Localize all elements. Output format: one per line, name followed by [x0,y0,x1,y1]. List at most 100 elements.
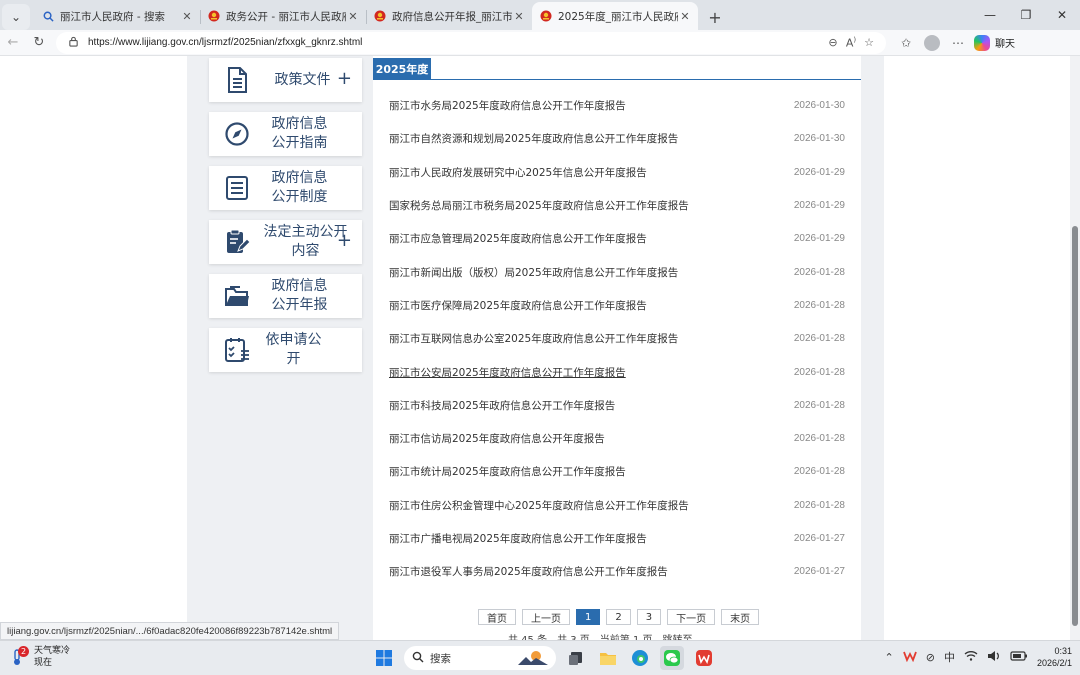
chevron-up-icon[interactable]: ⌃ [885,651,894,664]
back-arrow-icon[interactable]: ← [0,31,26,55]
report-title-link[interactable]: 丽江市水务局2025年度政府信息公开工作年度报告 [389,98,626,113]
zoom-icon[interactable]: ⊖ [824,36,842,49]
network-off-icon[interactable]: ⊘ [926,651,935,664]
minimize-icon[interactable]: — [972,0,1008,30]
list-item[interactable]: 丽江市医疗保障局2025年度政府信息公开工作年度报告 2026-01-28 [389,289,845,322]
wps-tray-icon[interactable] [902,650,917,665]
report-title-link[interactable]: 丽江市自然资源和规划局2025年度政府信息公开工作年度报告 [389,131,678,146]
report-title-link[interactable]: 丽江市应急管理局2025年度政府信息公开工作年度报告 [389,231,647,246]
list-doc-icon [217,174,257,202]
prev-page-button[interactable]: 上一页 [522,609,570,625]
tab-actions-menu-button[interactable]: ⌄ [2,4,30,30]
refresh-icon[interactable]: ↻ [26,31,52,55]
favorites-icon[interactable]: ✩ [894,36,918,50]
wechat-icon[interactable] [660,646,684,670]
clock[interactable]: 0:31 2026/2/1 [1037,645,1072,669]
close-tab-icon[interactable]: ✕ [512,10,526,23]
report-title-link[interactable]: 丽江市科技局2025年政府信息公开工作年度报告 [389,398,615,413]
wps-office-icon[interactable] [692,646,716,670]
sidebar-item-request-disclosure[interactable]: 依申请公开 [209,328,362,372]
list-item[interactable]: 丽江市信访局2025年度政府信息公开年度报告 2026-01-28 [389,422,845,455]
report-title-link[interactable]: 丽江市统计局2025年度政府信息公开工作年度报告 [389,464,626,479]
page-info-text: 共 45 条，共 3 页，当前第 1 页，跳转至 [508,631,693,640]
taskbar-search[interactable]: 搜索 [404,646,556,670]
report-date: 2026-01-28 [793,266,845,278]
list-item[interactable]: 丽江市互联网信息办公室2025年度政府信息公开工作年度报告 2026-01-28 [389,322,845,355]
tab-title: 政务公开 - 丽江市人民政府 [226,10,346,23]
file-explorer-icon[interactable] [596,646,620,670]
list-item[interactable]: 丽江市住房公积金管理中心2025年度政府信息公开工作年度报告 2026-01-28 [389,489,845,522]
report-date: 2026-01-28 [793,499,845,511]
list-item[interactable]: 丽江市统计局2025年度政府信息公开工作年度报告 2026-01-28 [389,455,845,488]
close-window-icon[interactable]: ✕ [1044,0,1080,30]
report-list-panel: 2025年度 丽江市水务局2025年度政府信息公开工作年度报告 2026-01-3… [373,56,861,640]
sidebar-item-policy-documents[interactable]: 政策文件 + [209,58,362,102]
report-title-link[interactable]: 丽江市医疗保障局2025年度政府信息公开工作年度报告 [389,298,647,313]
copilot-button[interactable]: 聊天 [974,34,1015,51]
sidebar-item-statutory-content[interactable]: 法定主动公开内容 + [209,220,362,264]
battery-icon[interactable] [1010,650,1028,664]
list-item[interactable]: 丽江市广播电视局2025年度政府信息公开工作年度报告 2026-01-27 [389,522,845,555]
page-3-button[interactable]: 3 [636,609,662,625]
weather-widget[interactable]: 2 天气寒冷 现在 [10,645,70,669]
report-date: 2026-01-27 [793,533,845,544]
favorite-star-icon[interactable]: ☆ [860,36,878,49]
url-text[interactable]: https://www.lijiang.gov.cn/ljsrmzf/2025n… [88,37,824,48]
more-menu-icon[interactable]: ⋯ [946,36,970,50]
sidebar-item-disclosure-guide[interactable]: 政府信息公开指南 [209,112,362,156]
close-tab-icon[interactable]: ✕ [180,10,194,23]
browser-tab-active[interactable]: 2025年度_丽江市人民政府 ✕ [532,2,698,30]
task-view-icon[interactable] [564,646,588,670]
sidebar-item-annual-reports[interactable]: 政府信息公开年报 [209,274,362,318]
report-title-link[interactable]: 丽江市人民政府发展研究中心2025年信息公开年度报告 [389,165,647,180]
page-1-button[interactable]: 1 [576,609,601,625]
list-item[interactable]: 国家税务总局丽江市税务局2025年度政府信息公开工作年度报告 2026-01-29 [389,189,845,222]
read-aloud-icon[interactable]: A) [842,36,860,50]
report-date: 2026-01-28 [793,466,845,478]
list-item[interactable]: 丽江市新闻出版（版权）局2025年政府信息公开工作年度报告 2026-01-28 [389,255,845,288]
browser-tab[interactable]: 丽江市人民政府 - 搜索 ✕ [34,2,200,30]
report-title-link[interactable]: 丽江市退役军人事务局2025年度政府信息公开工作年度报告 [389,564,668,579]
report-title-link[interactable]: 丽江市广播电视局2025年度政府信息公开工作年度报告 [389,531,647,546]
scrollbar-thumb[interactable] [1072,226,1078,626]
new-tab-button[interactable]: + [702,4,728,30]
site-info-icon[interactable] [64,36,82,50]
list-item[interactable]: 丽江市水务局2025年度政府信息公开工作年度报告 2026-01-30 [389,89,845,122]
list-item[interactable]: 丽江市科技局2025年政府信息公开工作年度报告 2026-01-28 [389,389,845,422]
report-title-link[interactable]: 丽江市互联网信息办公室2025年度政府信息公开工作年度报告 [389,331,678,346]
list-item[interactable]: 丽江市人民政府发展研究中心2025年信息公开年度报告 2026-01-29 [389,156,845,189]
windows-start-icon[interactable] [372,646,396,670]
ime-indicator[interactable]: 中 [944,649,955,665]
expand-plus-icon[interactable]: + [337,232,352,250]
list-item[interactable]: 丽江市公安局2025年度政府信息公开工作年度报告 2026-01-28 [389,355,845,388]
report-title-link[interactable]: 丽江市住房公积金管理中心2025年度政府信息公开工作年度报告 [389,498,689,513]
profile-avatar[interactable] [924,34,940,51]
edge-browser-icon[interactable] [628,646,652,670]
report-title-link[interactable]: 国家税务总局丽江市税务局2025年度政府信息公开工作年度报告 [389,198,689,213]
browser-tab[interactable]: 政务公开 - 丽江市人民政府 ✕ [200,2,366,30]
report-date: 2026-01-28 [793,299,845,311]
expand-plus-icon[interactable]: + [337,70,352,88]
list-item[interactable]: 丽江市退役军人事务局2025年度政府信息公开工作年度报告 2026-01-27 [389,555,845,588]
browser-tab[interactable]: 政府信息公开年报_丽江市人民政府 ✕ [366,2,532,30]
report-title-link[interactable]: 丽江市新闻出版（版权）局2025年政府信息公开工作年度报告 [389,265,678,280]
page-scrollbar[interactable] [1070,56,1080,640]
maximize-icon[interactable]: ❐ [1008,0,1044,30]
list-item[interactable]: 丽江市自然资源和规划局2025年度政府信息公开工作年度报告 2026-01-30 [389,122,845,155]
wifi-icon[interactable] [964,650,978,664]
close-tab-icon[interactable]: ✕ [678,10,692,23]
last-page-button[interactable]: 末页 [721,609,760,625]
report-title-link-hovered[interactable]: 丽江市公安局2025年度政府信息公开工作年度报告 [389,365,626,380]
report-title-link[interactable]: 丽江市信访局2025年度政府信息公开年度报告 [389,431,605,446]
tab-title: 2025年度_丽江市人民政府 [558,10,678,23]
address-bar[interactable]: https://www.lijiang.gov.cn/ljsrmzf/2025n… [56,31,886,54]
next-page-button[interactable]: 下一页 [667,609,716,625]
year-tab[interactable]: 2025年度 [373,58,431,80]
pagination: 首页 上一页 1 2 3 下一页 末页 [478,609,760,625]
list-item[interactable]: 丽江市应急管理局2025年度政府信息公开工作年度报告 2026-01-29 [389,222,845,255]
close-tab-icon[interactable]: ✕ [346,10,360,23]
sidebar-item-disclosure-system[interactable]: 政府信息公开制度 [209,166,362,210]
first-page-button[interactable]: 首页 [478,609,516,625]
volume-icon[interactable] [987,650,1001,665]
page-2-button[interactable]: 2 [606,609,631,625]
